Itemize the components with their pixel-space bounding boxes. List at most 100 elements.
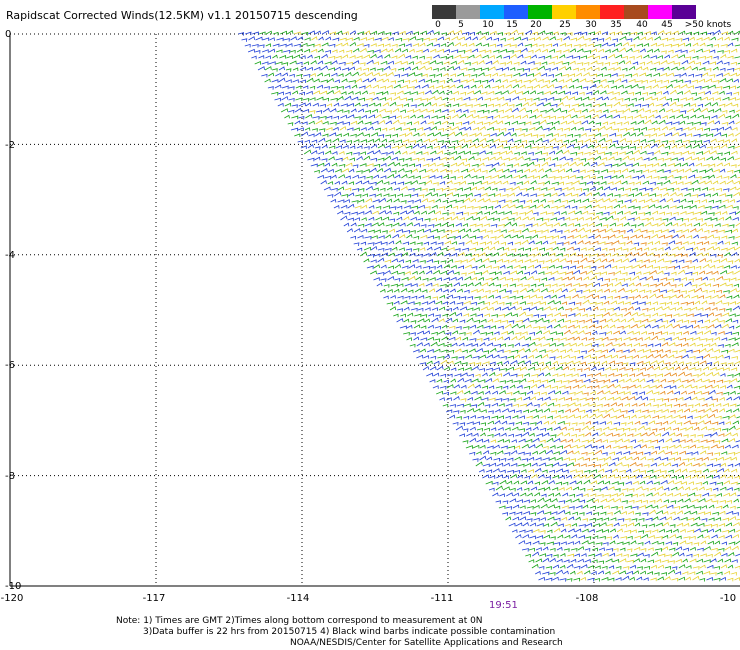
- wind-barb: [449, 97, 455, 102]
- wind-barb: [609, 427, 617, 432]
- wind-barb: [641, 524, 648, 528]
- wind-barb: [704, 420, 712, 425]
- wind-barb: [724, 229, 733, 234]
- wind-barb: [401, 61, 408, 65]
- wind-barb: [574, 428, 581, 432]
- wind-barb: [383, 167, 391, 173]
- wind-barb: [628, 488, 635, 492]
- wind-barb: [720, 157, 726, 162]
- wind-barb: [701, 85, 709, 90]
- wind-barb: [397, 193, 404, 197]
- wind-barb: [369, 193, 376, 198]
- wind-barb: [658, 528, 666, 533]
- wind-barb: [395, 127, 402, 131]
- wind-barb: [468, 257, 476, 263]
- wind-barb: [563, 127, 570, 132]
- wind-barb: [522, 431, 530, 437]
- wind-barb: [436, 73, 442, 77]
- wind-barb: [589, 289, 596, 293]
- wind-barb: [507, 37, 515, 41]
- wind-barb: [698, 385, 706, 389]
- wind-barb: [608, 170, 616, 174]
- wind-barb: [723, 290, 730, 294]
- wind-barb: [458, 251, 465, 257]
- wind-barb: [581, 120, 589, 125]
- wind-barb: [371, 132, 379, 137]
- wind-barb: [643, 373, 650, 378]
- wind-barb: [662, 204, 669, 209]
- wind-barb: [707, 427, 715, 432]
- wind-barb: [628, 91, 635, 96]
- wind-barb: [736, 200, 740, 203]
- wind-barb: [551, 66, 559, 71]
- wind-barb: [562, 380, 570, 384]
- wind-barb: [682, 150, 690, 155]
- wind-barb: [515, 216, 522, 221]
- wind-barb: [371, 120, 379, 125]
- wind-barb: [723, 492, 730, 497]
- wind-barb: [516, 192, 523, 197]
- wind-barb: [718, 433, 725, 437]
- wind-barb: [426, 42, 434, 47]
- wind-barb: [390, 283, 398, 288]
- wind-barb: [544, 284, 551, 288]
- wind-barb: [630, 31, 638, 36]
- wind-barb: [593, 79, 601, 84]
- wind-barb: [379, 197, 386, 203]
- wind-barb: [509, 192, 515, 197]
- wind-barb: [351, 96, 359, 101]
- wind-barb: [694, 516, 701, 521]
- wind-barb: [612, 548, 619, 552]
- wind-barb: [714, 540, 721, 545]
- wind-barb: [510, 248, 517, 252]
- wind-barb: [548, 492, 555, 497]
- wind-barb: [736, 314, 740, 317]
- wind-barb: [696, 37, 703, 42]
- wind-barb: [496, 144, 504, 149]
- wind-barb: [436, 150, 444, 155]
- wind-barb: [403, 318, 410, 323]
- wind-barb: [684, 294, 690, 299]
- wind-barb: [525, 223, 533, 228]
- wind-barb: [709, 367, 717, 371]
- wind-barb: [545, 449, 553, 455]
- wind-barb: [650, 156, 657, 161]
- wind-barb: [677, 294, 684, 299]
- wind-barb: [536, 230, 543, 234]
- wind-barb: [713, 55, 719, 60]
- wind-barb: [386, 198, 393, 203]
- wind-barb: [358, 211, 365, 215]
- wind-barb: [484, 390, 491, 395]
- wind-barb: [371, 108, 378, 113]
- wind-barb: [622, 272, 628, 276]
- wind-barb: [642, 396, 649, 401]
- wind-barb: [557, 306, 564, 311]
- wind-barb: [652, 288, 660, 293]
- wind-barb: [455, 108, 462, 113]
- wind-barb: [686, 451, 693, 456]
- wind-barb: [569, 570, 576, 575]
- wind-barb: [684, 498, 691, 503]
- wind-barb: [391, 170, 397, 174]
- wind-barb: [575, 110, 582, 114]
- wind-barb: [716, 275, 724, 281]
- wind-barb: [315, 119, 323, 125]
- wind-barb: [657, 270, 664, 275]
- wind-barb: [600, 295, 606, 300]
- wind-barb: [462, 233, 469, 239]
- wind-barb: [624, 187, 631, 192]
- wind-barb: [578, 103, 585, 107]
- wind-barb: [548, 366, 556, 371]
- wind-barb: [709, 74, 716, 78]
- wind-barb: [624, 301, 631, 306]
- wind-barb: [547, 84, 555, 89]
- wind-barb: [551, 294, 557, 299]
- wind-barb: [615, 270, 622, 275]
- wind-barb: [544, 67, 551, 72]
- wind-barb: [734, 577, 740, 581]
- wind-barb: [348, 80, 356, 84]
- wind-barb: [653, 379, 660, 383]
- wind-barb: [684, 384, 692, 389]
- wind-barb: [615, 42, 622, 47]
- wind-barb: [721, 235, 728, 240]
